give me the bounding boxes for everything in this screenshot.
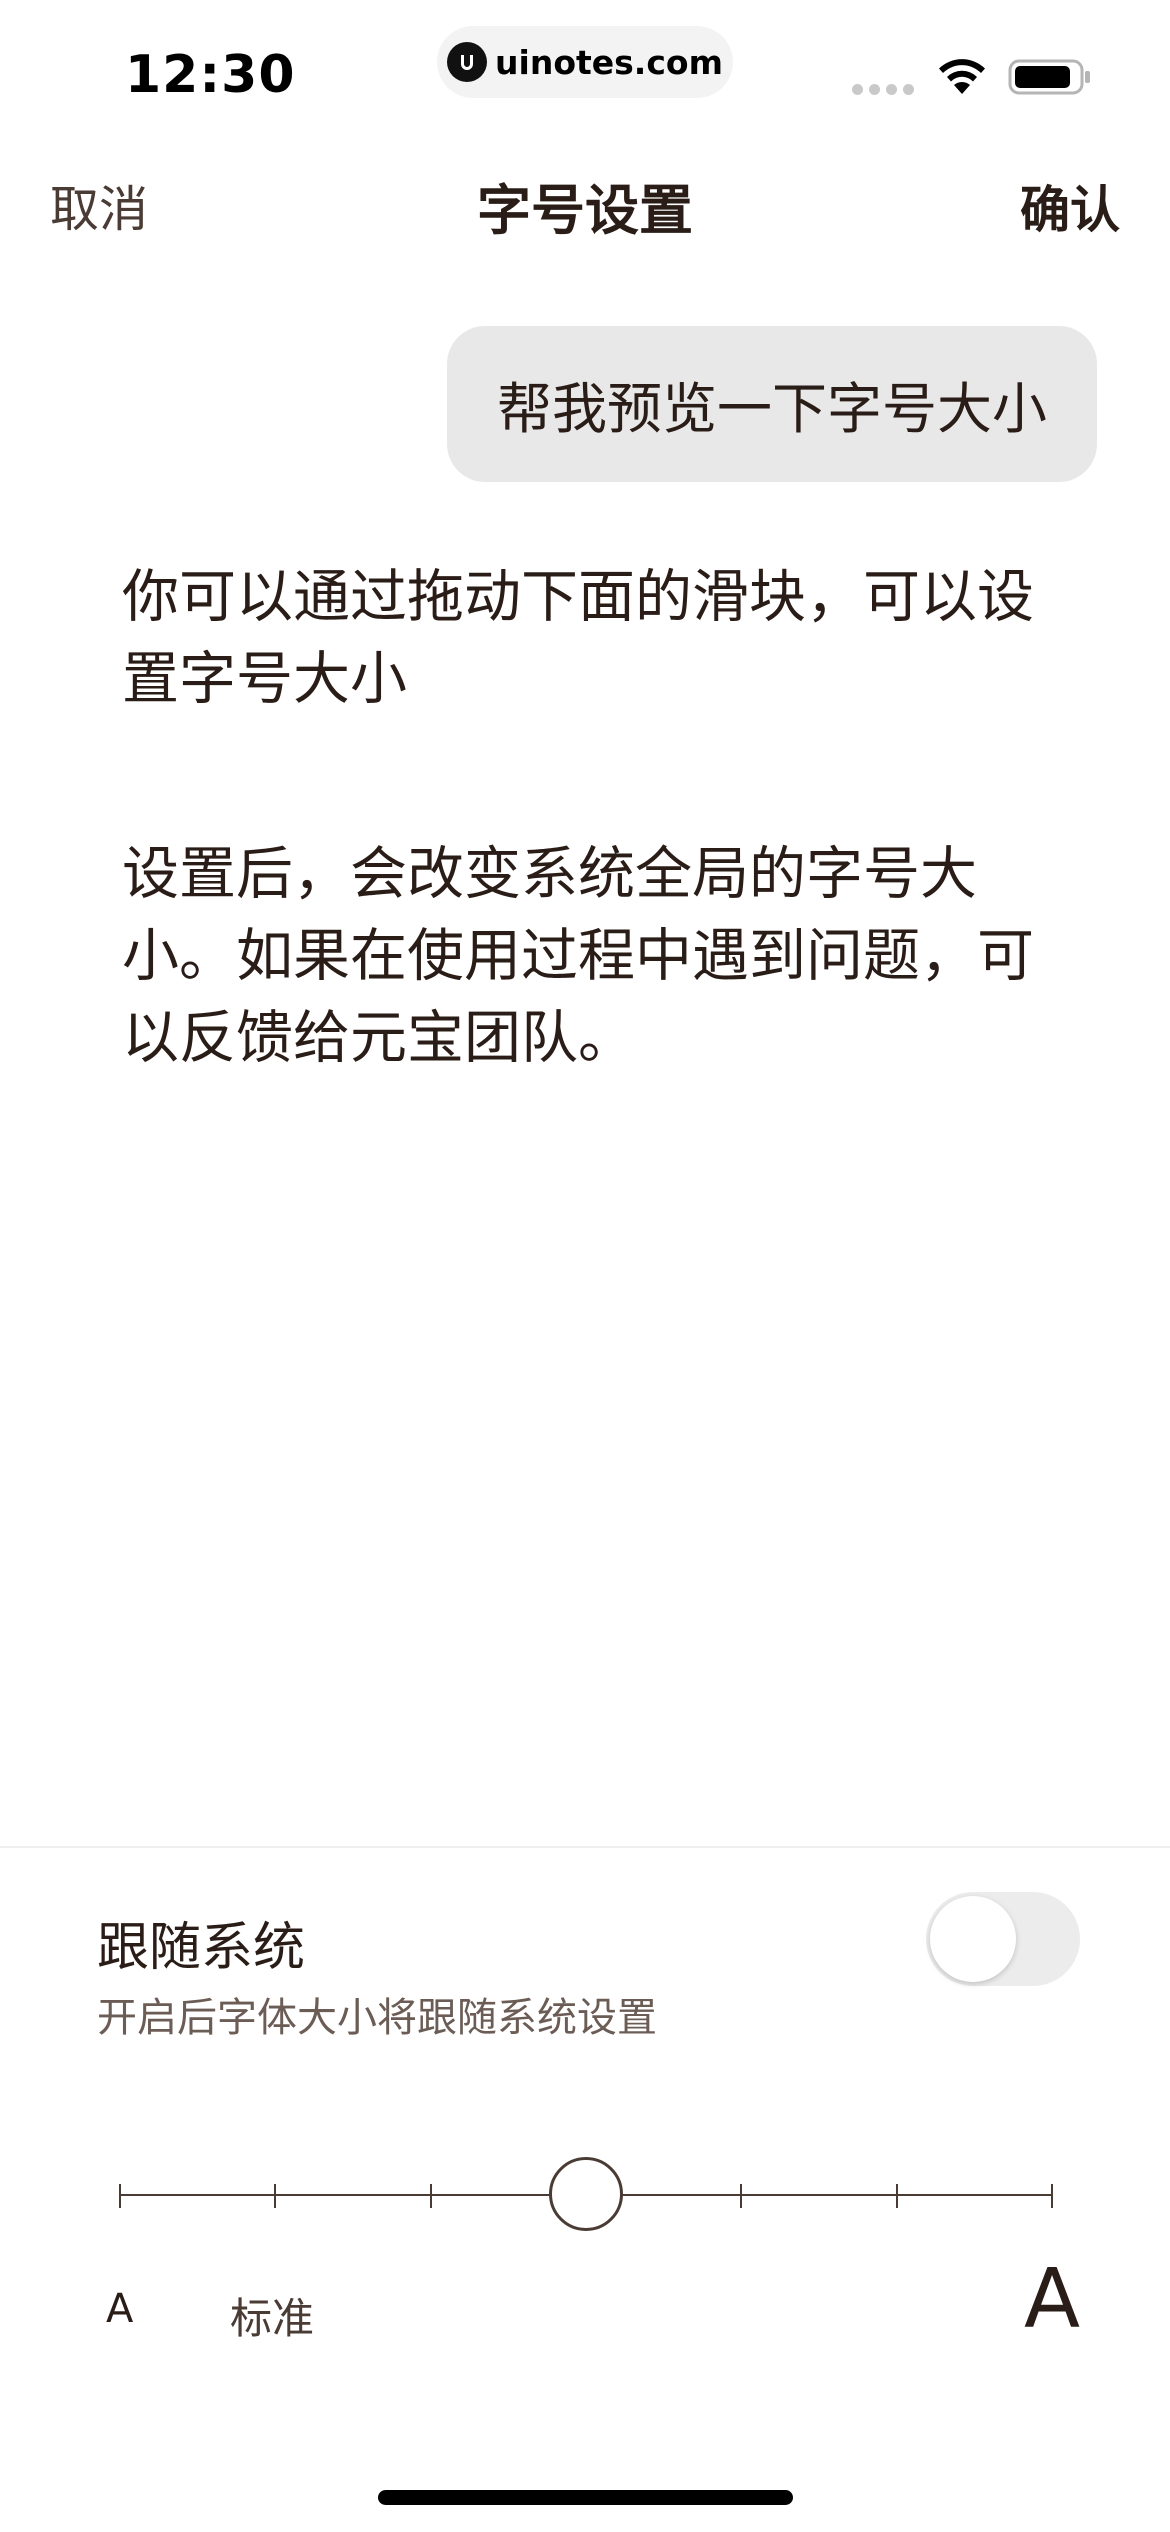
font-size-slider[interactable] xyxy=(119,2140,1053,2250)
site-logo-icon xyxy=(447,42,488,82)
home-indicator[interactable] xyxy=(378,2490,793,2505)
slider-tick[interactable] xyxy=(430,2184,432,2208)
user-message-text: 帮我预览一下字号大小 xyxy=(496,377,1047,441)
panel-divider xyxy=(0,1846,1170,1848)
follow-system-title: 跟随系统 xyxy=(97,1918,306,1978)
page-title: 字号设置 xyxy=(477,179,693,242)
user-message-bubble: 帮我预览一下字号大小 xyxy=(446,326,1097,482)
slider-tick[interactable] xyxy=(896,2184,898,2208)
reply-paragraph: 你可以通过拖动下面的滑块，可以设置字号大小 xyxy=(122,564,1034,712)
cellular-signal-icon xyxy=(852,84,914,95)
url-text: uinotes.com xyxy=(495,42,723,82)
slider-tick[interactable] xyxy=(274,2184,276,2208)
reply-paragraph: 设置后，会改变系统全局的字号大小。如果在使用过程中遇到问题，可以反馈给元宝团队。 xyxy=(122,841,1034,1071)
status-time: 12:30 xyxy=(125,45,296,105)
large-font-label: A xyxy=(1024,2252,1081,2347)
standard-label: 标准 xyxy=(230,2294,315,2343)
slider-thumb[interactable] xyxy=(549,2157,623,2231)
small-font-label: A xyxy=(106,2286,134,2332)
battery-icon xyxy=(1008,59,1090,95)
slider-tick[interactable] xyxy=(740,2184,742,2208)
slider-tick[interactable] xyxy=(119,2184,121,2208)
url-pill[interactable]: uinotes.com xyxy=(437,26,733,98)
slider-tick[interactable] xyxy=(1051,2184,1053,2208)
toggle-knob xyxy=(930,1896,1016,1982)
follow-system-toggle[interactable] xyxy=(926,1892,1080,1986)
confirm-button[interactable]: 确认 xyxy=(1020,170,1120,242)
wifi-icon xyxy=(939,59,985,94)
follow-system-subtitle: 开启后字体大小将跟随系统设置 xyxy=(97,1995,657,2041)
